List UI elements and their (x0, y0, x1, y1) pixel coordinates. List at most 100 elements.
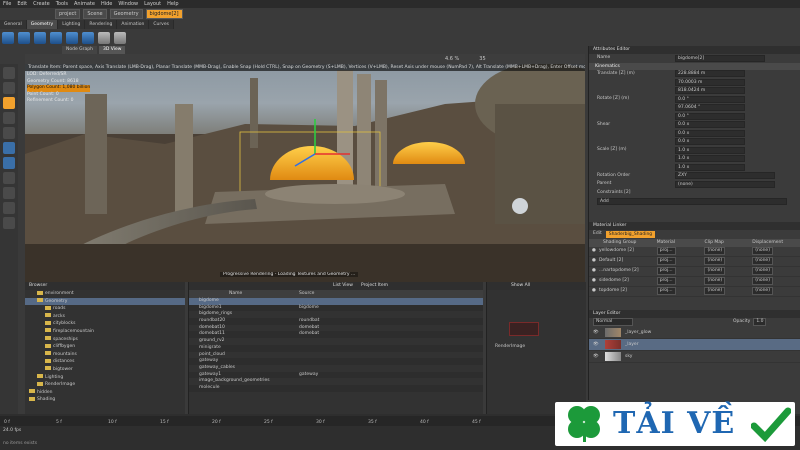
menu-layout[interactable]: Layout (141, 0, 164, 8)
layer-row[interactable]: 👁 sky (589, 351, 800, 363)
instance-icon[interactable] (50, 31, 62, 44)
table-row[interactable]: roundbat20 roundbat (189, 318, 483, 325)
col-source[interactable]: Source (299, 290, 359, 298)
eye-icon[interactable]: ● (589, 276, 599, 286)
tree-item[interactable]: fireplacemountain (25, 328, 185, 336)
scale-y-field[interactable]: 1.0 x (675, 155, 745, 163)
crumb-current-item[interactable]: bigdome[2] (145, 9, 183, 19)
table-row[interactable]: bigdome_rings (189, 311, 483, 318)
menu-tools[interactable]: Tools (53, 0, 71, 8)
eraser-icon[interactable] (3, 202, 15, 214)
scatter-icon[interactable] (82, 31, 94, 44)
opacity-field[interactable]: 1.0 (753, 318, 767, 327)
crumb-scene[interactable]: Scene (83, 9, 107, 19)
scale-icon[interactable] (3, 127, 15, 139)
material-row[interactable]: ● topdome [2] proj... (none) (none) (589, 287, 800, 297)
list-view-select[interactable]: List View (333, 282, 353, 290)
crumb-geometry[interactable]: Geometry (109, 9, 143, 19)
constraints-label[interactable]: Constraints [2] (589, 189, 675, 198)
paint-tool-icon[interactable] (3, 187, 15, 199)
shear-z-field[interactable]: 0.0 x (675, 138, 745, 146)
tab-rendering[interactable]: Rendering (85, 20, 118, 29)
menu-create[interactable]: Create (30, 0, 53, 8)
camera-icon[interactable] (3, 157, 15, 169)
tree-item[interactable]: Lighting (25, 374, 185, 382)
menu-file[interactable]: File (0, 0, 14, 8)
tree-item[interactable]: roads (25, 305, 185, 313)
brush-icon[interactable] (114, 31, 126, 44)
menu-help[interactable]: Help (164, 0, 181, 8)
kinematics-section[interactable]: Kinematics (589, 62, 800, 70)
eye-icon[interactable]: 👁 (593, 342, 601, 347)
eye-icon[interactable]: 👁 (593, 354, 601, 359)
project-item-select[interactable]: Project Item (361, 282, 388, 290)
menu-edit[interactable]: Edit (14, 0, 30, 8)
menu-window[interactable]: Window (115, 0, 141, 8)
tree-item[interactable]: mountains (25, 351, 185, 359)
material-chip[interactable]: proj... (656, 277, 676, 285)
col-name[interactable]: Name (189, 290, 299, 298)
eye-icon[interactable]: ● (589, 256, 599, 266)
menu-animate[interactable]: Animate (71, 0, 98, 8)
tree-item[interactable]: environment (25, 290, 185, 298)
translate-z-field[interactable]: 818.0424 m (675, 87, 745, 95)
layer-row[interactable]: 👁 _layer_glow (589, 327, 800, 339)
table-row[interactable]: gateway_cables (189, 365, 483, 372)
material-chip[interactable]: proj... (656, 267, 676, 275)
paint-icon[interactable] (98, 31, 110, 44)
tree-item[interactable]: Geometry (25, 297, 185, 306)
select-icon[interactable] (3, 67, 15, 79)
clip-map-chip[interactable]: (none) (704, 267, 726, 275)
clip-map-chip[interactable]: (none) (704, 257, 726, 265)
rotate-y-field[interactable]: 97.0604 ° (675, 104, 745, 112)
eye-icon[interactable]: 👁 (593, 330, 601, 335)
tree-item[interactable]: bigtower (25, 366, 185, 374)
tree-item[interactable]: cliffbygen (25, 343, 185, 351)
scale-x-field[interactable]: 1.0 x (675, 146, 745, 154)
tab-animation[interactable]: Animation (117, 20, 150, 29)
tab-curves[interactable]: Curves (149, 20, 174, 29)
tree-item[interactable]: distances (25, 358, 185, 366)
edit-menu[interactable]: Edit (589, 230, 606, 239)
light-icon[interactable] (3, 172, 15, 184)
table-row[interactable]: domebat11 domebat (189, 331, 483, 339)
3d-viewport[interactable] (25, 64, 585, 282)
add-constraint-button[interactable]: Add (597, 197, 787, 205)
eye-icon[interactable]: ● (589, 286, 599, 296)
shear-y-field[interactable]: 0.0 x (675, 129, 745, 137)
tree-item[interactable]: spaceships (25, 336, 185, 344)
name-field[interactable]: bigdome[2] (675, 54, 765, 62)
tab-general[interactable]: General (0, 20, 27, 29)
material-chip[interactable]: proj... (656, 257, 676, 265)
measure-icon[interactable] (3, 217, 15, 229)
tree-item[interactable]: arcks (25, 313, 185, 321)
rotate-icon[interactable] (3, 112, 15, 124)
displacement-chip[interactable]: (none) (752, 287, 773, 295)
rotate-x-field[interactable]: 0.0 ° (675, 95, 745, 103)
show-all-select[interactable]: Show All (511, 282, 530, 290)
current-shader[interactable]: Shaderbig_Shading (605, 230, 656, 238)
table-row[interactable]: molecule (189, 384, 483, 392)
material-row[interactable]: ● Default [2] proj... (none) (none) (589, 257, 800, 267)
sphere-icon[interactable] (18, 31, 30, 44)
rotate-z-field[interactable]: 0.0 ° (675, 112, 745, 120)
lasso-icon[interactable] (3, 82, 15, 94)
snap-icon[interactable] (3, 142, 15, 154)
displacement-chip[interactable]: (none) (752, 267, 773, 275)
scale-z-field[interactable]: 1.0 x (675, 163, 745, 171)
render-thumbnail[interactable] (509, 322, 539, 336)
frame-readout[interactable]: 35 (479, 56, 485, 62)
eye-icon[interactable]: ● (589, 246, 599, 256)
layer-row-selected[interactable]: 👁 _layer (589, 338, 800, 351)
table-row[interactable]: ground_rv2 (189, 338, 483, 345)
table-row[interactable]: bigdome (189, 298, 483, 305)
rotation-order-select[interactable]: ZXY (675, 172, 775, 180)
parent-select[interactable]: (none) (675, 180, 775, 188)
table-row[interactable]: bigdome1 bigdome (189, 304, 483, 312)
shear-x-field[interactable]: 0.0 x (675, 121, 745, 129)
clip-map-chip[interactable]: (none) (704, 287, 726, 295)
table-row[interactable]: point_cloud (189, 352, 483, 359)
displacement-chip[interactable]: (none) (752, 277, 773, 285)
table-row[interactable]: gateway (189, 358, 483, 365)
material-row[interactable]: ● yellowdome [2] proj... (none) (none) (589, 247, 800, 257)
